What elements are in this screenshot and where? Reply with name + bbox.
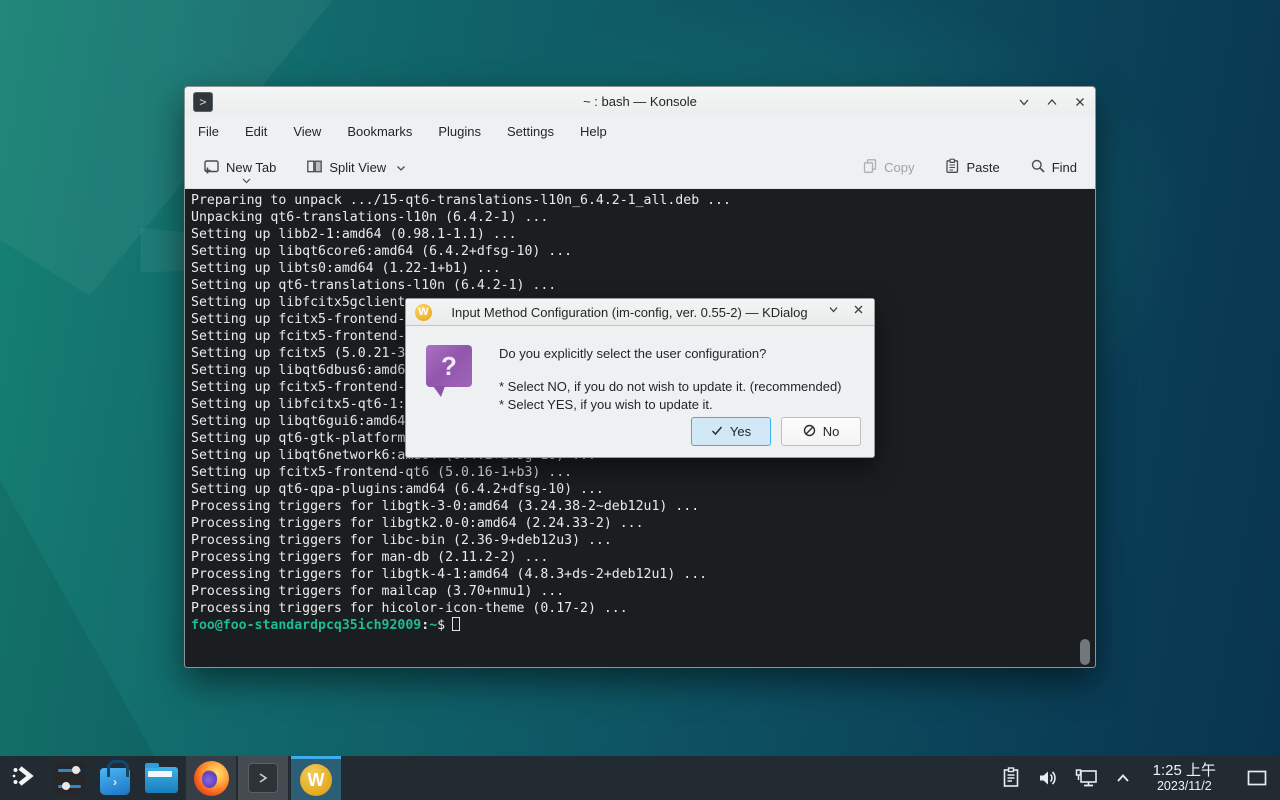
terminal-line: Processing triggers for libgtk-4-1:amd64… xyxy=(191,566,1095,583)
chevron-down-icon xyxy=(396,160,406,175)
tray-expand-chevron-icon[interactable] xyxy=(1115,772,1131,784)
kdialog-app-icon: W xyxy=(415,304,432,321)
paste-label: Paste xyxy=(966,160,999,175)
dialog-option-no: * Select NO, if you do not wish to updat… xyxy=(499,378,842,396)
kde-launcher-icon xyxy=(10,763,36,794)
system-settings-launcher[interactable] xyxy=(46,756,92,800)
volume-tray-icon[interactable] xyxy=(1037,768,1059,788)
maximize-button[interactable] xyxy=(1045,95,1059,109)
discover-launcher[interactable]: › xyxy=(92,756,138,800)
close-icon[interactable] xyxy=(852,303,865,321)
minimize-button[interactable] xyxy=(1017,95,1031,109)
kdialog-body: ? Do you explicitly select the user conf… xyxy=(406,326,874,458)
prompt-symbol: $ xyxy=(437,618,445,633)
terminal-line: Setting up qt6-qpa-plugins:amd64 (6.4.2+… xyxy=(191,481,1095,498)
konsole-icon xyxy=(248,763,278,793)
konsole-menubar: File Edit View Bookmarks Plugins Setting… xyxy=(185,116,1095,147)
chevron-down-icon xyxy=(242,172,251,187)
menu-settings[interactable]: Settings xyxy=(507,124,554,139)
terminal-line: Setting up libqt6core6:amd64 (6.4.2+dfsg… xyxy=(191,243,1095,260)
network-tray-icon[interactable] xyxy=(1075,767,1099,789)
menu-bookmarks[interactable]: Bookmarks xyxy=(347,124,412,139)
dialog-question: Do you explicitly select the user config… xyxy=(499,346,842,361)
terminal-scrollbar[interactable] xyxy=(1080,639,1090,665)
more-actions-chevron-icon[interactable] xyxy=(827,303,840,321)
window-title: ~ : bash — Konsole xyxy=(185,94,1095,109)
clock-date: 2023/11/2 xyxy=(1153,779,1216,793)
clock-time: 1:25 上午 xyxy=(1153,762,1216,779)
show-desktop-icon xyxy=(1247,770,1267,786)
kdialog-w-icon: W xyxy=(300,764,332,796)
menu-plugins[interactable]: Plugins xyxy=(438,124,481,139)
firefox-icon xyxy=(194,761,229,796)
terminal-cursor xyxy=(452,617,460,631)
split-view-button[interactable]: Split View xyxy=(298,152,414,184)
clipboard-tray-icon[interactable] xyxy=(1001,767,1021,789)
dialog-option-yes: * Select YES, if you wish to update it. xyxy=(499,396,842,414)
close-button[interactable] xyxy=(1073,95,1087,109)
kdialog-window: W Input Method Configuration (im-config,… xyxy=(405,298,875,458)
konsole-app-icon: > xyxy=(193,92,213,112)
find-label: Find xyxy=(1052,160,1077,175)
terminal-line: Processing triggers for libgtk2.0-0:amd6… xyxy=(191,515,1095,532)
no-button[interactable]: No xyxy=(781,417,861,446)
terminal-line: Preparing to unpack .../15-qt6-translati… xyxy=(191,192,1095,209)
terminal-line: Setting up libts0:amd64 (1.22-1+b1) ... xyxy=(191,260,1095,277)
show-desktop-button[interactable] xyxy=(1244,756,1270,800)
digital-clock[interactable]: 1:25 上午 2023/11/2 xyxy=(1153,762,1216,794)
search-icon xyxy=(1030,158,1046,177)
no-label: No xyxy=(823,424,840,439)
check-icon xyxy=(711,424,723,439)
question-icon: ? xyxy=(426,345,472,387)
menu-file[interactable]: File xyxy=(198,124,219,139)
yes-button[interactable]: Yes xyxy=(691,417,771,446)
new-tab-button[interactable]: New Tab xyxy=(195,152,284,184)
file-manager-launcher[interactable] xyxy=(138,756,184,800)
terminal-line: Setting up fcitx5-frontend-qt6 (5.0.16-1… xyxy=(191,464,1095,481)
discover-bag-icon: › xyxy=(100,768,130,795)
paste-button[interactable]: Paste xyxy=(936,152,1007,183)
copy-label: Copy xyxy=(884,160,914,175)
terminal-line: Processing triggers for libgtk-3-0:amd64… xyxy=(191,498,1095,515)
split-view-label: Split View xyxy=(329,160,386,175)
menu-help[interactable]: Help xyxy=(580,124,607,139)
prompt-path: ~ xyxy=(429,618,437,633)
terminal-line: Setting up libb2-1:amd64 (0.98.1-1.1) ..… xyxy=(191,226,1095,243)
find-button[interactable]: Find xyxy=(1022,152,1085,183)
prompt-user: foo@foo-standardpcq35ich92009 xyxy=(191,618,421,633)
terminal-line: Processing triggers for man-db (2.11.2-2… xyxy=(191,549,1095,566)
new-tab-label: New Tab xyxy=(226,160,276,175)
yes-label: Yes xyxy=(730,424,751,439)
menu-edit[interactable]: Edit xyxy=(245,124,267,139)
folder-icon xyxy=(145,767,178,793)
new-tab-icon xyxy=(203,158,220,178)
terminal-line: Unpacking qt6-translations-l10n (6.4.2-1… xyxy=(191,209,1095,226)
prohibition-icon xyxy=(803,424,816,440)
copy-button: Copy xyxy=(854,152,922,183)
question-mark: ? xyxy=(426,345,472,387)
terminal-line: Processing triggers for libc-bin (2.36-9… xyxy=(191,532,1095,549)
terminal-line: Processing triggers for mailcap (3.70+nm… xyxy=(191,583,1095,600)
app-launcher-button[interactable] xyxy=(0,756,46,800)
kdialog-titlebar[interactable]: W Input Method Configuration (im-config,… xyxy=(406,299,874,326)
konsole-toolbar: New Tab Split View Copy Paste Find xyxy=(185,147,1095,189)
task-kdialog-active[interactable]: W xyxy=(291,756,341,800)
terminal-prompt: foo@foo-standardpcq35ich92009:~$ xyxy=(191,617,1095,634)
menu-view[interactable]: View xyxy=(293,124,321,139)
settings-sliders-icon xyxy=(53,762,86,795)
copy-icon xyxy=(862,158,878,177)
konsole-titlebar[interactable]: > ~ : bash — Konsole xyxy=(185,87,1095,116)
kdialog-title: Input Method Configuration (im-config, v… xyxy=(432,305,827,320)
split-view-icon xyxy=(306,158,323,178)
task-firefox[interactable] xyxy=(186,756,236,800)
prompt-separator: : xyxy=(421,618,429,633)
taskbar-panel: › W 1:25 上午 2023/11/2 xyxy=(0,756,1280,800)
terminal-line: Setting up qt6-translations-l10n (6.4.2-… xyxy=(191,277,1095,294)
terminal-line: Processing triggers for hicolor-icon-the… xyxy=(191,600,1095,617)
paste-icon xyxy=(944,158,960,177)
task-konsole[interactable] xyxy=(238,756,288,800)
